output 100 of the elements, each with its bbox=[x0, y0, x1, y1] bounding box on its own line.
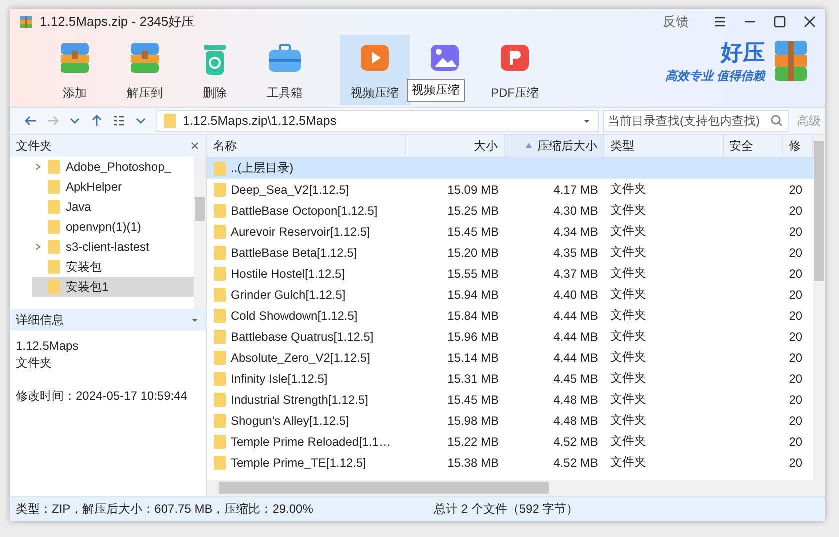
folder-icon bbox=[47, 279, 61, 295]
column-header[interactable]: 名称 bbox=[207, 135, 406, 157]
folder-icon bbox=[213, 286, 227, 302]
view-mode-icon[interactable] bbox=[112, 114, 126, 128]
table-cell: 4.45 MB bbox=[554, 372, 598, 386]
folder-tree-item[interactable]: Java bbox=[32, 197, 194, 217]
file-row[interactable]: Cold Showdown[1.12.5] 15.84 MB 4.44 MB 文件夹 20 bbox=[207, 305, 813, 326]
search-icon[interactable] bbox=[770, 114, 784, 128]
folder-icon bbox=[213, 182, 227, 198]
table-cell: 20 bbox=[789, 182, 803, 196]
table-cell: 15.98 MB bbox=[448, 414, 499, 428]
table-cell: 4.17 MB bbox=[554, 182, 598, 196]
file-name: Temple Prime_TE[1.12.5] bbox=[231, 456, 366, 470]
sort-arrow-icon bbox=[525, 142, 534, 150]
table-cell: 20 bbox=[789, 372, 803, 386]
table-cell: 20 bbox=[789, 266, 803, 280]
file-row[interactable]: Deep_Sea_V2[1.12.5] 15.09 MB 4.17 MB 文件夹 20 bbox=[207, 179, 813, 200]
folder-tree-item[interactable]: 安装包1 bbox=[32, 277, 194, 297]
file-row[interactable]: Battlebase Quatrus[1.12.5] 15.96 MB 4.44 MB 文件夹 20 bbox=[207, 326, 813, 347]
maximize-icon[interactable] bbox=[773, 15, 787, 29]
table-cell: 文件夹 bbox=[610, 412, 646, 429]
file-row[interactable]: Temple Prime Reloaded[1.1… 15.22 MB 4.52 MB 文件夹 20 bbox=[207, 431, 813, 452]
table-cell: 20 bbox=[789, 204, 803, 218]
table-cell: 20 bbox=[789, 288, 803, 302]
delete-button[interactable]: 删除 bbox=[180, 35, 250, 105]
column-header[interactable]: 安全 bbox=[724, 135, 784, 157]
close-icon[interactable] bbox=[803, 15, 817, 29]
path-field[interactable]: 1.12.5Maps.zip\1.12.5Maps bbox=[156, 110, 599, 132]
toolbox-button[interactable]: 工具箱 bbox=[250, 35, 320, 105]
table-cell: 20 bbox=[789, 308, 803, 322]
app-logo-icon bbox=[18, 14, 34, 30]
table-cell: 文件夹 bbox=[610, 265, 646, 282]
file-name: Deep_Sea_V2[1.12.5] bbox=[231, 182, 350, 196]
table-cell: 文件夹 bbox=[610, 454, 646, 471]
folder-tree-item[interactable]: openvpn(1)(1) bbox=[32, 217, 194, 237]
folder-tree-item[interactable]: ApkHelper bbox=[32, 177, 194, 197]
file-row[interactable]: Infinity Isle[1.12.5] 15.31 MB 4.45 MB 文件夹 20 bbox=[207, 368, 813, 389]
file-row[interactable]: Industrial Strength[1.12.5] 15.45 MB 4.48 MB 文件夹 20 bbox=[207, 389, 813, 410]
table-cell: 4.40 MB bbox=[554, 288, 598, 302]
table-cell: 15.20 MB bbox=[448, 246, 499, 260]
file-row[interactable]: Grinder Gulch[1.12.5] 15.94 MB 4.40 MB 文件夹 20 bbox=[207, 284, 813, 305]
file-row[interactable]: ..(上层目录) bbox=[207, 158, 813, 179]
table-cell: 15.09 MB bbox=[448, 182, 499, 196]
file-row[interactable]: Shogun's Alley[1.12.5] 15.98 MB 4.48 MB 文件夹 20 bbox=[207, 410, 813, 431]
file-row[interactable]: Hostile Hostel[1.12.5] 15.55 MB 4.37 MB 文件夹 20 bbox=[207, 263, 813, 284]
table-cell: 文件夹 bbox=[610, 433, 646, 450]
extract-button[interactable]: 解压到 bbox=[110, 35, 180, 105]
file-name: Cold Showdown[1.12.5] bbox=[231, 308, 358, 322]
folder-icon bbox=[213, 434, 227, 450]
file-row[interactable]: Aurevoir Reservoir[1.12.5] 15.45 MB 4.34 MB 文件夹 20 bbox=[207, 221, 813, 242]
table-cell: 文件夹 bbox=[610, 370, 646, 387]
brand-name: 好压 bbox=[721, 38, 765, 66]
detail-modified: 修改时间：2024-05-17 10:59:44 bbox=[16, 388, 188, 405]
video-button[interactable]: 视频压缩 bbox=[340, 35, 410, 105]
table-cell: 文件夹 bbox=[610, 391, 646, 408]
folder-icon bbox=[213, 350, 227, 366]
add-button[interactable]: 添加 bbox=[40, 35, 110, 105]
table-cell: 4.48 MB bbox=[554, 392, 598, 406]
file-row[interactable]: BattleBase Beta[1.12.5] 15.20 MB 4.35 MB 文件夹 20 bbox=[207, 242, 813, 263]
file-name: Shogun's Alley[1.12.5] bbox=[231, 414, 350, 428]
file-name: BattleBase Beta[1.12.5] bbox=[231, 246, 358, 260]
pdf-button[interactable]: PDF压缩 bbox=[480, 35, 550, 105]
table-cell: 20 bbox=[789, 224, 803, 238]
file-row[interactable]: BattleBase Octopon[1.12.5] 15.25 MB 4.30 MB 文件夹 20 bbox=[207, 200, 813, 221]
file-name: Grinder Gulch[1.12.5] bbox=[231, 288, 346, 302]
table-cell: 15.31 MB bbox=[448, 372, 499, 386]
table-cell: 4.30 MB bbox=[554, 204, 598, 218]
table-cell: 文件夹 bbox=[610, 349, 646, 366]
table-cell: 4.52 MB bbox=[554, 434, 598, 448]
folder-pane-title: 文件夹 bbox=[16, 138, 52, 154]
back-arrow-icon[interactable] bbox=[24, 114, 38, 128]
file-row[interactable]: Temple Prime_TE[1.12.5] 15.38 MB 4.52 MB 文件夹 20 bbox=[207, 452, 813, 473]
file-row[interactable]: Absolute_Zero_V2[1.12.5] 15.14 MB 4.44 MB 文件夹 20 bbox=[207, 347, 813, 368]
table-cell: 15.38 MB bbox=[448, 456, 499, 470]
file-name: BattleBase Octopon[1.12.5] bbox=[231, 204, 378, 218]
details-pane-title: 详细信息 bbox=[16, 312, 64, 328]
menu-icon[interactable] bbox=[713, 15, 727, 29]
column-header[interactable]: 压缩后大小 bbox=[504, 135, 604, 157]
table-cell: 15.96 MB bbox=[448, 330, 499, 344]
scrollbar[interactable] bbox=[813, 135, 825, 480]
window-title: 1.12.5Maps.zip - 2345好压 bbox=[40, 13, 195, 31]
close-icon[interactable] bbox=[190, 141, 200, 151]
table-cell: 文件夹 bbox=[610, 328, 646, 345]
folder-tree-item[interactable]: 安装包 bbox=[32, 257, 194, 277]
scrollbar[interactable] bbox=[194, 157, 206, 309]
table-cell: 文件夹 bbox=[610, 286, 646, 303]
status-file-count: 总计 2 个文件（592 字节） bbox=[434, 500, 579, 518]
folder-icon bbox=[47, 239, 61, 255]
folder-tree-item[interactable]: Adobe_Photoshop_ bbox=[32, 157, 194, 177]
folder-icon bbox=[213, 266, 227, 282]
search-field[interactable]: 当前目录查找(支持包内查找) bbox=[603, 110, 789, 132]
horizontal-scrollbar[interactable] bbox=[207, 480, 825, 496]
tooltip: 视频压缩 bbox=[407, 79, 465, 102]
file-name: Infinity Isle[1.12.5] bbox=[231, 372, 328, 386]
folder-tree-item[interactable]: s3-client-lastest bbox=[32, 237, 194, 257]
table-cell: 文件夹 bbox=[610, 202, 646, 219]
feedback-link[interactable]: 反馈 bbox=[663, 13, 689, 31]
up-arrow-icon[interactable] bbox=[90, 114, 104, 128]
folder-icon bbox=[163, 113, 177, 129]
column-header[interactable]: 类型 bbox=[604, 135, 724, 157]
